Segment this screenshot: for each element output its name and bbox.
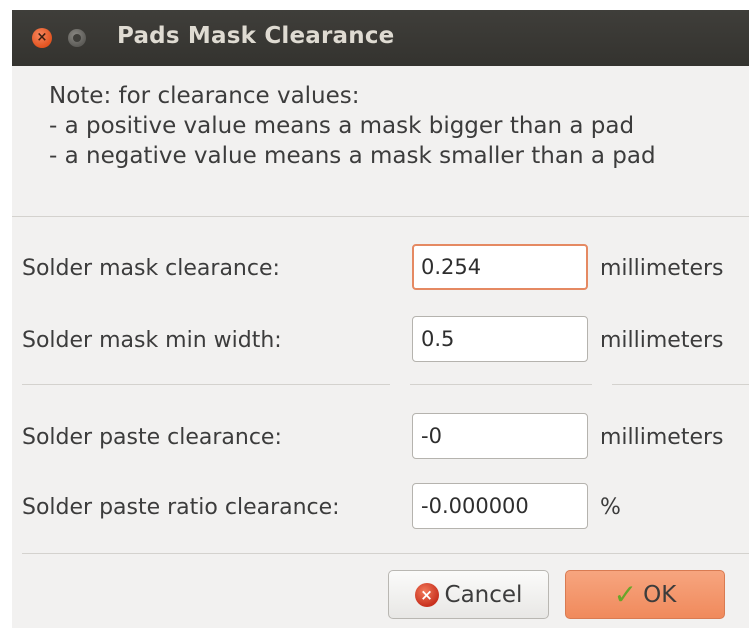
- solder-paste-ratio-clearance-label: Solder paste ratio clearance:: [22, 495, 340, 520]
- solder-mask-clearance-input[interactable]: [412, 244, 588, 290]
- solder-paste-clearance-unit: millimeters: [600, 425, 724, 450]
- note-positive-line: - a positive value means a mask bigger t…: [49, 113, 635, 139]
- solder-mask-min-width-unit: millimeters: [600, 328, 724, 353]
- window-title: Pads Mask Clearance: [117, 23, 395, 49]
- checkmark-icon: ✓: [613, 577, 638, 611]
- window-close-icon[interactable]: ×: [32, 28, 52, 48]
- cancel-button[interactable]: × Cancel: [388, 570, 549, 619]
- separator-middle-right: [612, 384, 749, 385]
- solder-paste-ratio-clearance-unit: %: [600, 495, 621, 520]
- note-negative-line: - a negative value means a mask smaller …: [49, 143, 656, 169]
- separator-middle-left: [22, 384, 390, 385]
- window-minimize-icon[interactable]: [68, 29, 86, 47]
- solder-mask-clearance-label: Solder mask clearance:: [22, 256, 280, 281]
- solder-mask-clearance-unit: millimeters: [600, 256, 724, 281]
- cancel-icon: ×: [414, 582, 439, 607]
- solder-paste-ratio-clearance-input[interactable]: [412, 483, 588, 529]
- solder-paste-clearance-label: Solder paste clearance:: [22, 425, 282, 450]
- separator-top: [12, 216, 749, 217]
- clearance-note: Note: for clearance values: - a positive…: [49, 81, 656, 171]
- ok-button-label: OK: [643, 581, 677, 608]
- solder-paste-clearance-input[interactable]: [412, 413, 588, 459]
- note-heading: Note: for clearance values:: [49, 83, 360, 109]
- dialog-window: × Pads Mask Clearance Note: for clearanc…: [12, 10, 749, 628]
- solder-mask-min-width-label: Solder mask min width:: [22, 328, 282, 353]
- cancel-button-label: Cancel: [444, 581, 523, 608]
- ok-button[interactable]: ✓ OK: [565, 570, 725, 619]
- separator-bottom: [22, 553, 749, 554]
- title-bar[interactable]: × Pads Mask Clearance: [12, 10, 749, 66]
- solder-mask-min-width-input[interactable]: [412, 316, 588, 362]
- separator-middle-center: [410, 384, 592, 385]
